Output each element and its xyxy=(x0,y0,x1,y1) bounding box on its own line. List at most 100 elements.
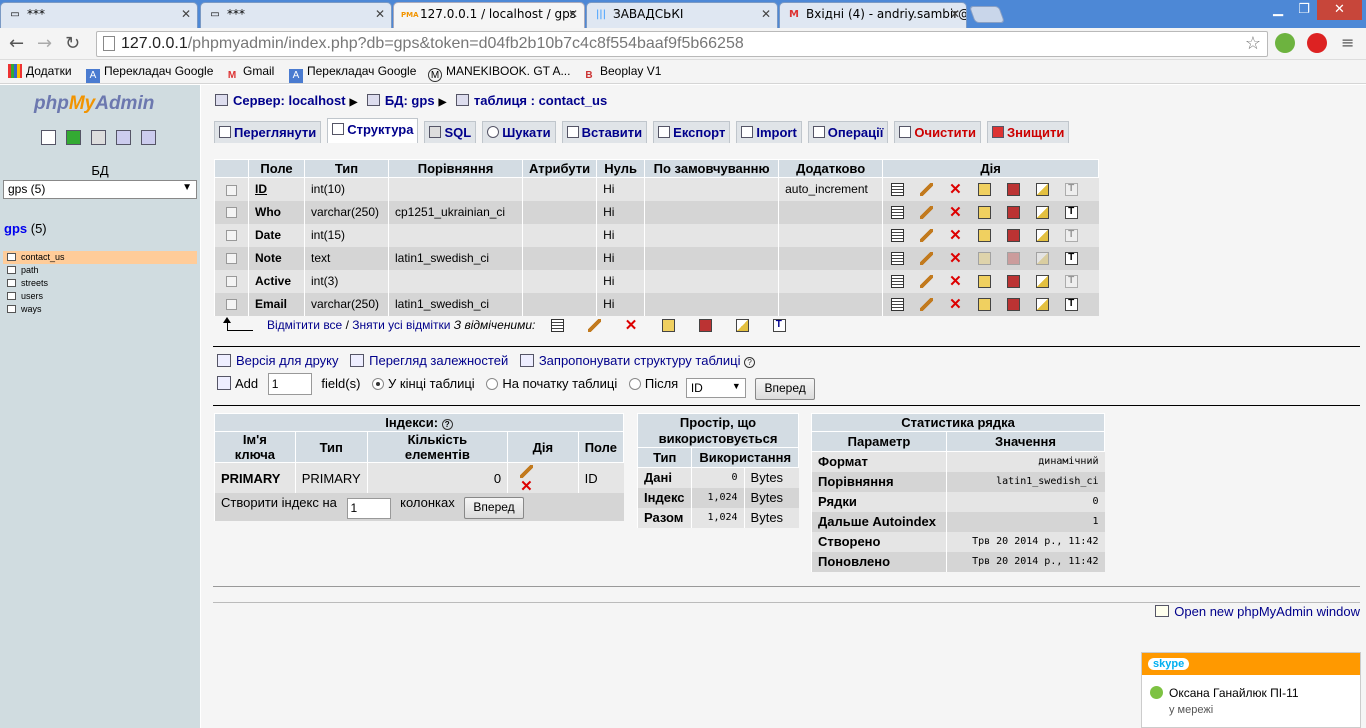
edit-icon[interactable] xyxy=(920,275,934,289)
tab-sql[interactable]: SQL xyxy=(424,121,477,143)
bookmark-star-icon[interactable]: ☆ xyxy=(1245,33,1261,54)
index-icon[interactable] xyxy=(1036,183,1050,197)
close-window-icon[interactable]: ✕ xyxy=(1317,0,1362,20)
unique-icon[interactable] xyxy=(1007,206,1021,220)
browse-icon[interactable] xyxy=(891,298,905,312)
minimize-icon[interactable]: ▁ xyxy=(1265,0,1291,20)
drop-icon[interactable] xyxy=(949,180,962,198)
primary-key-icon[interactable] xyxy=(978,275,992,289)
home-icon[interactable] xyxy=(41,130,56,145)
phpmyadmin-logo[interactable]: phpMyAdmin xyxy=(34,93,154,115)
table-item-users[interactable]: users xyxy=(3,290,197,303)
after-radio[interactable] xyxy=(628,378,641,390)
drop-icon[interactable] xyxy=(949,226,962,244)
db-link[interactable]: gps xyxy=(4,221,27,236)
unique-icon[interactable] xyxy=(1007,229,1021,243)
primary-key-icon[interactable] xyxy=(978,183,992,197)
index-columns-input[interactable] xyxy=(346,497,391,519)
exit-icon[interactable] xyxy=(66,130,81,145)
browser-tab-4[interactable]: ||| ЗАВАДСЬКІ ✕ xyxy=(586,2,778,28)
bookmark-gmail[interactable]: M Gmail xyxy=(225,64,275,83)
tab-drop[interactable]: Знищити xyxy=(987,121,1070,143)
browse-icon[interactable] xyxy=(891,252,905,266)
index-icon[interactable] xyxy=(1036,252,1050,266)
browse-icon[interactable] xyxy=(891,229,905,243)
drop-icon[interactable] xyxy=(949,249,962,267)
propose-structure-link[interactable]: Запропонувати структуру таблиці xyxy=(539,353,741,368)
unique-icon[interactable] xyxy=(1007,298,1021,312)
browser-tab-active[interactable]: PMA 127.0.0.1 / localhost / gps ✕ xyxy=(393,2,585,28)
bookmark-apps[interactable]: Додатки xyxy=(8,64,72,78)
primary-key-icon[interactable] xyxy=(978,298,992,312)
edit-icon[interactable] xyxy=(920,252,934,266)
bookmark-beoplay[interactable]: B Beoplay V1 xyxy=(582,64,661,83)
browser-tab-5[interactable]: M Вхідні (4) - andriy.sambir@... ✕ xyxy=(779,2,967,28)
browser-tab-1[interactable]: ▭ *** ✕ xyxy=(0,2,198,28)
sql-docs-icon[interactable] xyxy=(141,130,156,145)
maximize-icon[interactable]: ❐ xyxy=(1291,0,1317,20)
close-tab-icon[interactable]: ✕ xyxy=(950,7,960,21)
primary-key-icon[interactable] xyxy=(978,252,992,266)
index-icon[interactable] xyxy=(735,319,749,333)
close-tab-icon[interactable]: ✕ xyxy=(181,7,191,21)
bookmark-translate-2[interactable]: A Перекладач Google xyxy=(289,64,416,83)
tab-browse[interactable]: Переглянути xyxy=(214,121,322,143)
open-new-window-link[interactable]: Open new phpMyAdmin window xyxy=(1155,604,1360,619)
drop-icon[interactable] xyxy=(949,295,962,313)
tab-operations[interactable]: Операції xyxy=(807,121,889,143)
tab-empty[interactable]: Очистити xyxy=(894,121,982,143)
close-tab-icon[interactable]: ✕ xyxy=(375,7,385,21)
menu-icon[interactable]: ≡ xyxy=(1341,33,1354,52)
edit-icon[interactable] xyxy=(920,183,934,197)
after-field-select[interactable]: ID ▼ xyxy=(685,378,746,398)
row-checkbox[interactable] xyxy=(226,253,237,265)
unique-icon[interactable] xyxy=(698,319,712,333)
field-count-input[interactable] xyxy=(267,373,312,395)
at-beginning-radio[interactable] xyxy=(486,378,499,390)
edit-icon[interactable] xyxy=(520,465,534,479)
tab-search[interactable]: Шукати xyxy=(482,121,556,143)
reload-icon[interactable]: ↻ xyxy=(65,33,80,54)
uncheck-all-link[interactable]: Зняти усі відмітки xyxy=(352,318,450,332)
browse-icon[interactable] xyxy=(550,319,564,333)
back-icon[interactable]: ← xyxy=(9,33,24,54)
row-checkbox[interactable] xyxy=(226,299,237,311)
browse-icon[interactable] xyxy=(891,275,905,289)
fulltext-icon[interactable] xyxy=(1065,206,1079,220)
relation-view-link[interactable]: Перегляд залежностей xyxy=(369,353,508,368)
index-icon[interactable] xyxy=(1036,275,1050,289)
database-select[interactable]: gps (5) ▼ xyxy=(3,180,197,199)
add-fields-go-button[interactable]: Вперед xyxy=(755,378,815,400)
row-checkbox[interactable] xyxy=(226,184,237,196)
row-checkbox[interactable] xyxy=(226,276,237,288)
fulltext-icon[interactable] xyxy=(1065,275,1079,289)
primary-key-icon[interactable] xyxy=(661,319,675,333)
adblock-extension-icon[interactable] xyxy=(1307,33,1327,53)
table-item-ways[interactable]: ways xyxy=(3,303,197,316)
tab-export[interactable]: Експорт xyxy=(653,121,731,143)
tab-import[interactable]: Import xyxy=(736,121,802,143)
print-view-link[interactable]: Версія для друку xyxy=(236,353,339,368)
primary-key-icon[interactable] xyxy=(978,229,992,243)
tab-insert[interactable]: Вставити xyxy=(561,121,648,143)
primary-key-icon[interactable] xyxy=(978,206,992,220)
row-checkbox[interactable] xyxy=(226,207,237,219)
fulltext-icon[interactable] xyxy=(1065,229,1079,243)
table-item-path[interactable]: path xyxy=(3,264,197,277)
close-tab-icon[interactable]: ✕ xyxy=(761,7,771,21)
unique-icon[interactable] xyxy=(1007,275,1021,289)
drop-icon[interactable] xyxy=(520,477,533,495)
bookmark-translate-1[interactable]: A Перекладач Google xyxy=(86,64,213,83)
browse-icon[interactable] xyxy=(891,183,905,197)
table-icon[interactable] xyxy=(7,266,16,274)
edit-icon[interactable] xyxy=(920,229,934,243)
browse-icon[interactable] xyxy=(891,206,905,220)
breadcrumb-table[interactable]: таблиця : contact_us xyxy=(474,93,607,108)
fulltext-icon[interactable] xyxy=(1065,252,1079,266)
row-checkbox[interactable] xyxy=(226,230,237,242)
index-icon[interactable] xyxy=(1036,206,1050,220)
table-icon[interactable] xyxy=(7,305,16,313)
fulltext-icon[interactable] xyxy=(772,319,786,333)
tab-structure[interactable]: Структура xyxy=(327,118,419,143)
at-end-radio[interactable] xyxy=(372,378,385,390)
